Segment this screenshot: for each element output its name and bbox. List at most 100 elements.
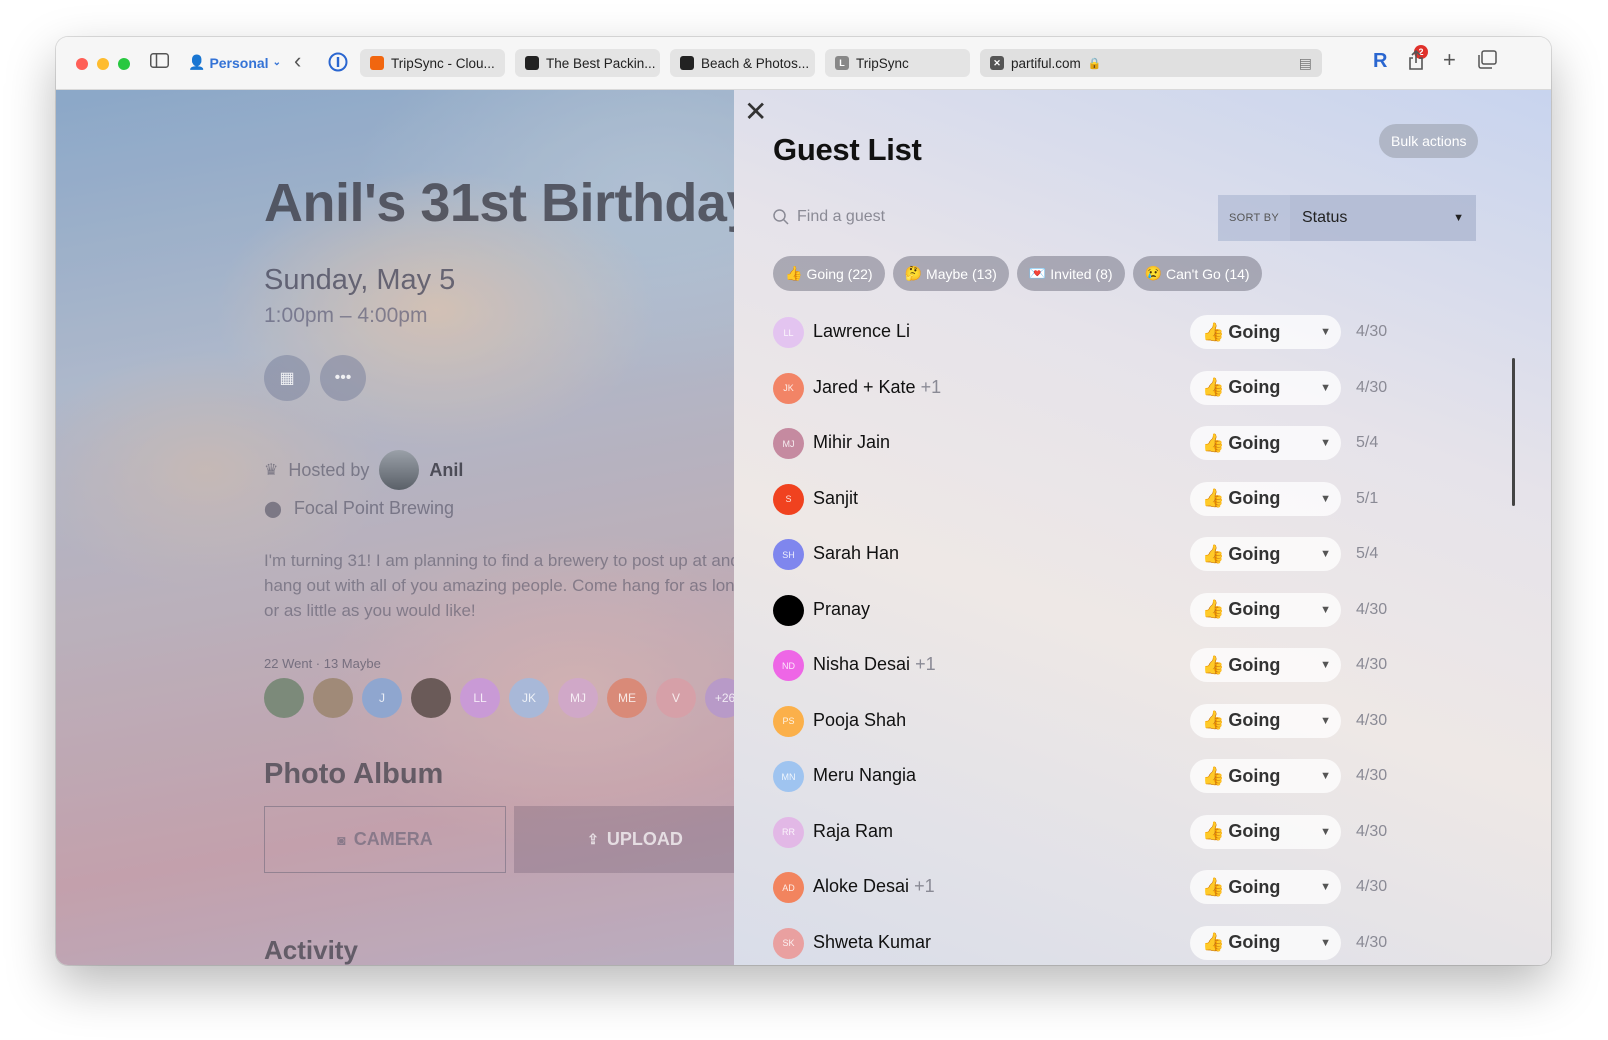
status-dropdown[interactable]: 👍 Going ▼ (1190, 537, 1341, 571)
status-dropdown[interactable]: 👍 Going ▼ (1190, 481, 1341, 516)
avatar[interactable]: MJ (773, 428, 804, 459)
table-row[interactable]: S Sanjit 👍 Going ▼ 5/1 (734, 472, 1551, 528)
filter-cant-go[interactable]: 😢 Can't Go (14) (1132, 256, 1262, 291)
avatar[interactable] (313, 678, 353, 718)
table-row[interactable]: SH Sarah Han 👍 Going ▼ 5/4 (734, 527, 1551, 583)
chevron-down-icon: ⌄ (272, 57, 281, 68)
new-tab-icon[interactable]: + (1443, 47, 1456, 73)
share-icon[interactable] (1408, 49, 1424, 75)
guest-name[interactable]: Raja Ram (813, 821, 893, 842)
avatar[interactable]: SH (773, 539, 804, 570)
guest-name[interactable]: Aloke Desai +1 (813, 876, 935, 897)
filter-maybe[interactable]: 🤔 Maybe (13) (892, 256, 1009, 291)
guest-name[interactable]: Meru Nangia (813, 765, 916, 786)
status-dropdown[interactable]: 👍 Going ▼ (1190, 648, 1341, 682)
avatar[interactable]: PS (773, 705, 804, 737)
table-row[interactable]: MN Meru Nangia 👍 Going ▼ 4/30 (734, 749, 1551, 805)
thinking-face-icon: 🤔 (904, 265, 923, 281)
avatar[interactable]: MN (773, 761, 804, 792)
guest-name[interactable]: Shweta Kumar (813, 932, 931, 953)
status-dropdown[interactable]: 👍 Going ▼ (1190, 315, 1341, 349)
guest-search[interactable] (773, 208, 997, 226)
avatar[interactable]: JK (773, 372, 804, 404)
close-window-button[interactable] (76, 58, 88, 70)
avatar[interactable]: ME (607, 678, 647, 718)
tab-overview-icon[interactable] (1478, 50, 1497, 74)
filter-invited[interactable]: 💌 Invited (8) (1016, 256, 1125, 291)
tab-beach-photos[interactable]: Beach & Photos... (670, 49, 815, 77)
add-to-calendar-button[interactable]: ▦ (264, 355, 310, 401)
avatar[interactable]: LL (460, 678, 500, 718)
avatar[interactable]: MJ (558, 678, 598, 718)
status-dropdown[interactable]: 👍 Going ▼ (1190, 592, 1341, 627)
filter-going[interactable]: 👍 Going (22) (773, 256, 885, 291)
avatar[interactable] (411, 678, 451, 718)
avatar[interactable]: SK (773, 927, 804, 959)
guest-name[interactable]: Pooja Shah (813, 710, 906, 731)
avatar[interactable]: J (362, 678, 402, 718)
avatar[interactable]: LL (773, 317, 804, 348)
rsvp-date: 4/30 (1356, 933, 1388, 951)
table-row[interactable]: Pranay 👍 Going ▼ 4/30 (734, 583, 1551, 639)
tab-best-packing[interactable]: The Best Packin... (515, 49, 660, 77)
reader-icon[interactable]: ▤ (1299, 55, 1312, 72)
avatar[interactable] (264, 678, 304, 718)
tab-tripsync[interactable]: L TripSync (825, 49, 970, 77)
rsvp-date: 4/30 (1356, 878, 1388, 895)
camera-button[interactable]: ◙ CAMERA (264, 806, 506, 873)
sort-select[interactable]: Status ▼ (1290, 195, 1476, 241)
avatar[interactable]: ND (773, 650, 804, 681)
table-row[interactable]: RR Raja Ram 👍 Going ▼ 4/30 (734, 805, 1551, 861)
panel-scrollbar[interactable] (1512, 358, 1515, 506)
status-dropdown[interactable]: 👍 Going ▼ (1190, 426, 1341, 460)
table-row[interactable]: AD Aloke Desai +1 👍 Going ▼ 4/30 (734, 860, 1551, 916)
avatar[interactable]: AD (773, 872, 804, 903)
upload-label: UPLOAD (606, 829, 683, 849)
extension-r-icon[interactable]: R (1373, 50, 1387, 73)
password-manager-icon[interactable] (328, 52, 348, 80)
profile-switcher[interactable]: 👤 Personal ⌄ (188, 54, 281, 71)
guest-name[interactable]: Sarah Han (813, 543, 899, 564)
table-row[interactable]: SK Shweta Kumar 👍 Going ▼ 4/30 (734, 916, 1551, 966)
zoom-window-button[interactable] (118, 58, 130, 70)
close-icon[interactable]: ✕ (744, 98, 767, 126)
status-dropdown[interactable]: 👍 Going ▼ (1190, 814, 1341, 849)
table-row[interactable]: JK Jared + Kate +1 👍 Going ▼ 4/30 (734, 361, 1551, 417)
status-dropdown[interactable]: 👍 Going ▼ (1190, 370, 1341, 405)
upload-button[interactable]: ⇪ UPLOAD (514, 806, 756, 873)
avatar[interactable]: RR (773, 816, 804, 848)
sidebar-toggle-icon[interactable] (150, 50, 169, 76)
tab-tripsync-cloud[interactable]: TripSync - Clou... (360, 49, 505, 77)
table-row[interactable]: PS Pooja Shah 👍 Going ▼ 4/30 (734, 694, 1551, 750)
avatar[interactable]: V (656, 678, 696, 718)
address-bar[interactable]: ✕ partiful.com 🔒 ▤ (980, 49, 1322, 77)
guest-name[interactable]: Mihir Jain (813, 432, 890, 453)
guest-name[interactable]: Pranay (813, 599, 870, 620)
back-icon[interactable]: ‹ (294, 48, 301, 74)
table-row[interactable]: ND Nisha Desai +1 👍 Going ▼ 4/30 (734, 638, 1551, 694)
more-options-button[interactable]: ••• (320, 355, 366, 401)
table-row[interactable]: LL Lawrence Li 👍 Going ▼ 4/30 (734, 305, 1551, 361)
sort-by-label: SORT BY (1218, 195, 1290, 241)
status-dropdown[interactable]: 👍 Going ▼ (1190, 703, 1341, 738)
status-dropdown[interactable]: 👍 Going ▼ (1190, 925, 1341, 960)
search-input[interactable] (797, 208, 997, 226)
event-location[interactable]: ⬤ Focal Point Brewing (264, 498, 454, 519)
guest-name[interactable]: Lawrence Li (813, 321, 910, 342)
avatar[interactable] (773, 594, 804, 626)
avatar[interactable]: JK (509, 678, 549, 718)
guest-name[interactable]: Sanjit (813, 488, 858, 509)
host-name[interactable]: Anil (429, 460, 463, 481)
camera-icon: ◙ (337, 831, 346, 848)
guest-name[interactable]: Nisha Desai +1 (813, 654, 936, 675)
status-dropdown[interactable]: 👍 Going ▼ (1190, 759, 1341, 793)
minimize-window-button[interactable] (97, 58, 109, 70)
avatar[interactable]: S (773, 483, 804, 515)
guest-name[interactable]: Jared + Kate +1 (813, 377, 941, 398)
page-favicon-icon (680, 56, 694, 70)
status-dropdown[interactable]: 👍 Going ▼ (1190, 870, 1341, 904)
host-avatar[interactable] (379, 450, 420, 490)
table-row[interactable]: MJ Mihir Jain 👍 Going ▼ 5/4 (734, 416, 1551, 472)
bulk-actions-button[interactable]: Bulk actions (1379, 124, 1479, 158)
attendee-avatars[interactable]: J LL JK MJ ME V +26 (264, 678, 745, 718)
